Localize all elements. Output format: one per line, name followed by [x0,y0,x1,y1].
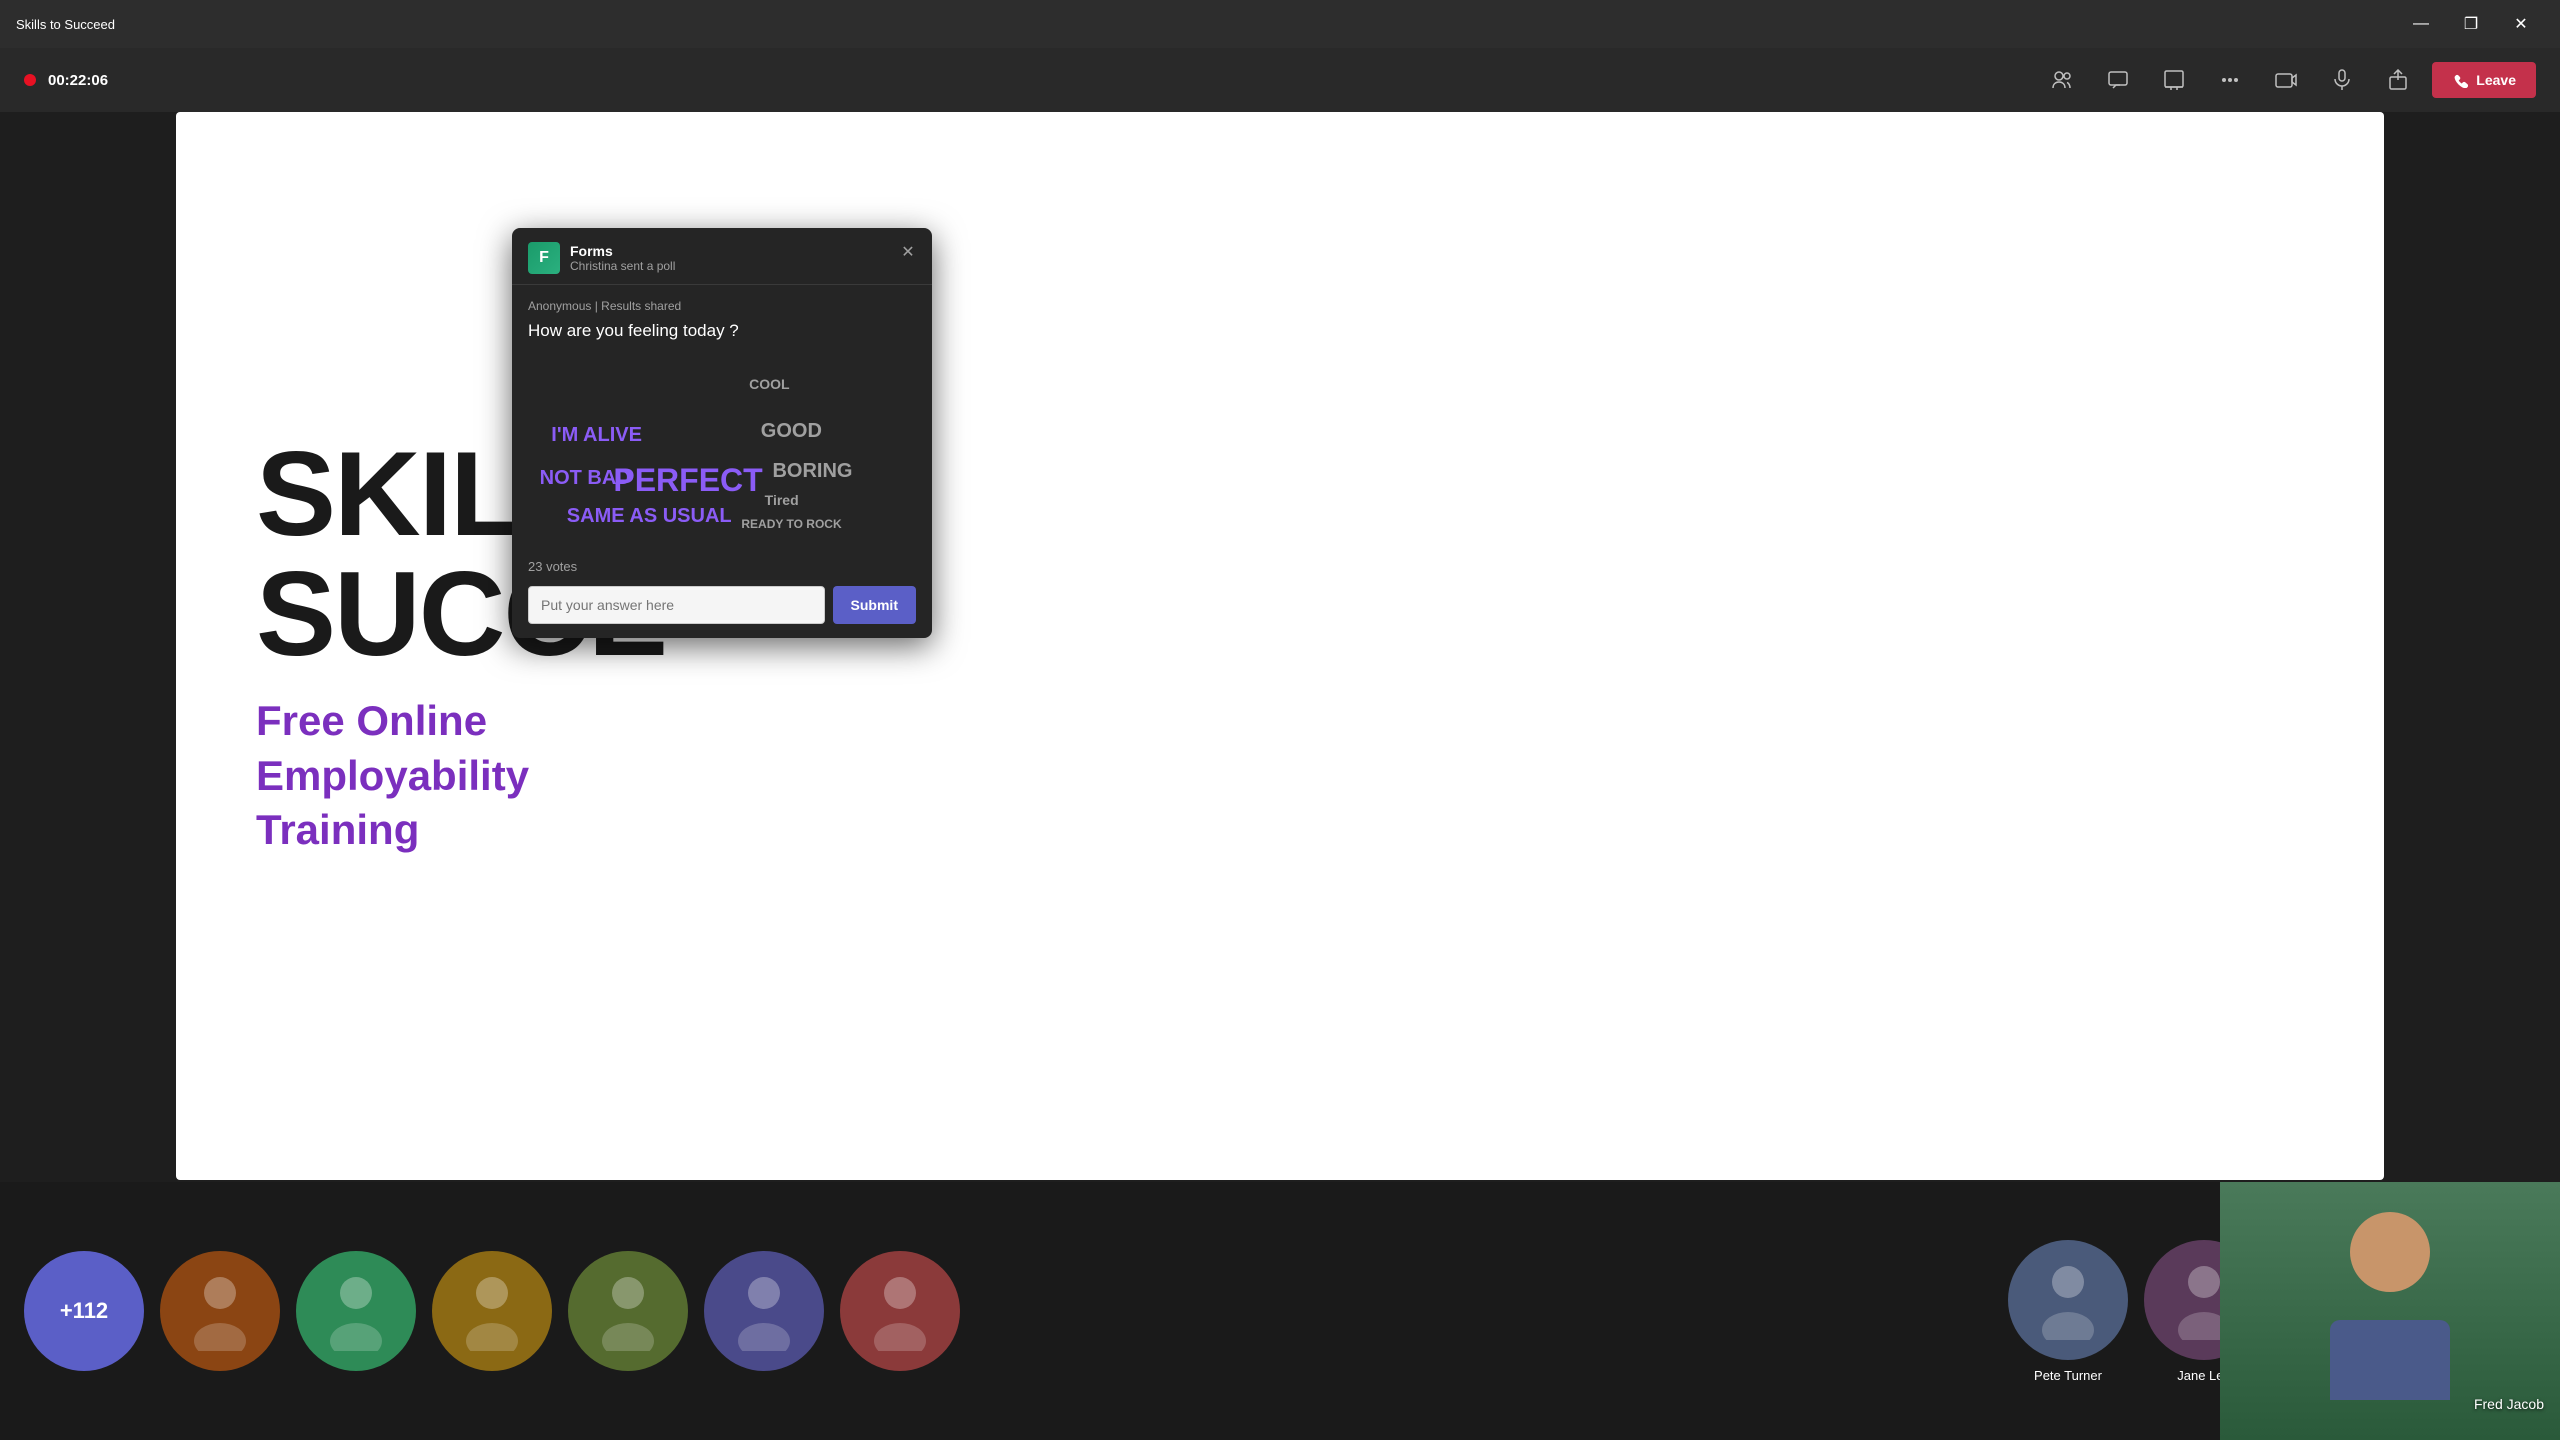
avatar-pete [2008,1240,2128,1360]
app-title: Skills to Succeed [16,17,2398,32]
poll-app-name: Forms [570,243,675,259]
recording-indicator [24,74,36,86]
poll-meta: Anonymous | Results shared [528,299,916,313]
poll-votes: 23 votes [528,559,916,574]
mic-icon [2331,69,2353,91]
more-options-button[interactable] [2208,58,2252,102]
word-good: GOOD [761,420,822,443]
participant-tile-plus: +112 [24,1251,144,1371]
word-boring: BORING [772,460,852,483]
window-controls: — ❐ ✕ [2398,8,2544,40]
word-same-as-usual: SAME AS USUAL [567,505,732,528]
avatar-p5 [704,1251,824,1371]
person-silhouette-icon [190,1271,250,1351]
word-tired: Tired [765,492,799,508]
poll-close-button[interactable]: ✕ [894,238,922,266]
avatar-p2 [296,1251,416,1371]
fred-face [2350,1212,2430,1292]
fred-participant-name: Fred Jacob [2474,1396,2544,1412]
participant-tile-pete: Pete Turner [2008,1240,2128,1383]
whiteboard-button[interactable] [2152,58,2196,102]
participant-tile-1 [160,1251,280,1371]
word-cool: COOL [749,376,789,392]
participant-tile-3 [432,1251,552,1371]
leave-button[interactable]: Leave [2432,62,2536,98]
people-button[interactable] [2040,58,2084,102]
close-button[interactable]: ✕ [2498,8,2544,40]
participants-strip: +112 [0,1182,2560,1440]
word-im-alive: I'M ALIVE [551,424,642,447]
person-silhouette-icon [870,1271,930,1351]
poll-body: Anonymous | Results shared How are you f… [512,285,932,638]
participant-tile-2 [296,1251,416,1371]
person-silhouette-icon [598,1271,658,1351]
slide-subtitle: Free Online Employability Training [256,694,529,858]
word-not-bad: NOT BAD [540,467,631,490]
meeting-timer: 00:22:06 [48,72,108,89]
minimize-button[interactable]: — [2398,8,2444,40]
phone-icon [2452,72,2468,88]
forms-icon: F [528,242,560,274]
camera-icon [2274,68,2298,92]
share-icon [2387,69,2409,91]
participant-tile-5 [704,1251,824,1371]
person-silhouette-icon [734,1271,794,1351]
person-silhouette-icon [2038,1260,2098,1340]
camera-button[interactable] [2264,58,2308,102]
poll-header-text: Forms Christina sent a poll [570,243,675,273]
avatar-plus: +112 [24,1251,144,1371]
presentation-area: SKILLS SUCCE Free Online Employability T… [176,112,2384,1180]
fred-video-tile: Fred Jacob [2220,1182,2560,1440]
participant-name-pete: Pete Turner [2034,1368,2102,1383]
avatar-p1 [160,1251,280,1371]
person-silhouette-icon [462,1271,522,1351]
fred-body [2330,1320,2450,1400]
participant-tile-6 [840,1251,960,1371]
meeting-toolbar: 00:22:06 [0,48,2560,112]
poll-input-row: Submit [528,586,916,624]
person-silhouette-icon [326,1271,386,1351]
word-perfect: PERFECT [613,462,762,499]
restore-button[interactable]: ❐ [2448,8,2494,40]
avatar-p6 [840,1251,960,1371]
avatar-p3 [432,1251,552,1371]
word-cloud: PERFECT GOOD COOL I'M ALIVE NOT BAD BORI… [528,357,916,547]
chat-button[interactable] [2096,58,2140,102]
mic-button[interactable] [2320,58,2364,102]
titlebar: Skills to Succeed — ❐ ✕ [0,0,2560,48]
poll-answer-input[interactable] [528,586,825,624]
poll-question: How are you feeling today ? [528,321,916,341]
avatar-p4 [568,1251,688,1371]
poll-dialog: F Forms Christina sent a poll ✕ Anonymou… [512,228,932,638]
poll-submit-button[interactable]: Submit [833,586,916,624]
participant-tile-4 [568,1251,688,1371]
poll-header: F Forms Christina sent a poll ✕ [512,228,932,285]
chat-icon [2107,69,2129,91]
poll-sender-info: Christina sent a poll [570,259,675,273]
whiteboard-icon [2163,69,2185,91]
word-ready-to-rock: READY TO ROCK [741,517,841,531]
more-icon [2219,69,2241,91]
people-icon [2051,69,2073,91]
share-button[interactable] [2376,58,2420,102]
